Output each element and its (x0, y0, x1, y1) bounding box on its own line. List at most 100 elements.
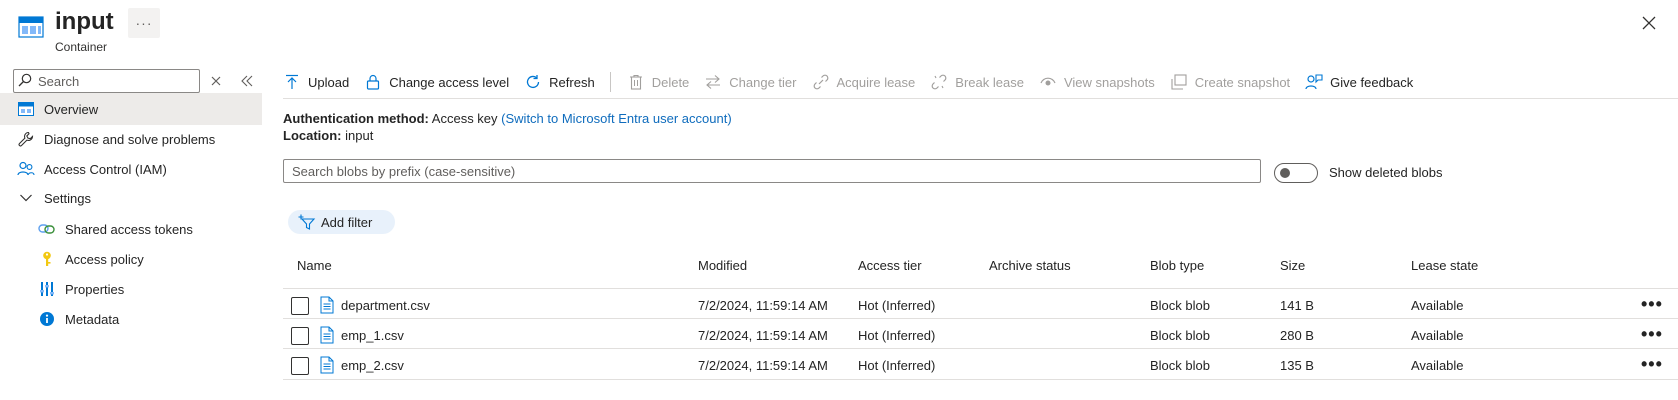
row-more-options-button[interactable]: ••• (1641, 324, 1663, 345)
blob-name-link[interactable]: emp_1.csv (341, 328, 404, 343)
row-checkbox[interactable] (291, 327, 309, 345)
show-deleted-label: Show deleted blobs (1329, 165, 1443, 180)
cell-blob-type: Block blob (1150, 328, 1210, 343)
auth-method-value: Access key (431, 111, 498, 126)
blob-search-input[interactable] (283, 159, 1261, 183)
break-lease-button[interactable]: Break lease (930, 66, 1024, 98)
cell-lease-state: Available (1411, 298, 1464, 313)
cell-modified: 7/2/2024, 11:59:14 AM (698, 298, 828, 313)
column-header-access-tier[interactable]: Access tier (858, 258, 922, 273)
create-snapshot-button[interactable]: Create snapshot (1170, 66, 1290, 98)
break-lease-label: Break lease (955, 74, 1024, 90)
delete-button[interactable]: Delete (627, 66, 690, 98)
change-access-level-label: Change access level (389, 74, 510, 90)
auth-method-label: Authentication method: (283, 111, 429, 126)
blob-name-link[interactable]: emp_2.csv (341, 358, 404, 373)
link-broken-icon (812, 73, 830, 91)
close-icon[interactable] (1638, 12, 1660, 34)
sidebar-search-input[interactable] (38, 73, 198, 89)
table-row[interactable]: department.csv 7/2/2024, 11:59:14 AM Hot… (283, 288, 1678, 320)
sidebar-item-label: Properties (65, 281, 125, 297)
location-label: Location: (283, 128, 342, 143)
column-header-lease-state[interactable]: Lease state (1411, 258, 1478, 273)
row-more-options-button[interactable]: ••• (1641, 354, 1663, 375)
collapse-sidebar-icon[interactable] (240, 74, 254, 88)
table-row[interactable]: emp_1.csv 7/2/2024, 11:59:14 AM Hot (Inf… (283, 318, 1678, 350)
sidebar-item-label: Access policy (65, 251, 144, 267)
upload-button[interactable]: Upload (283, 66, 349, 98)
add-filter-label: Add filter (321, 214, 373, 230)
column-header-name[interactable]: Name (297, 258, 332, 273)
people-icon (16, 159, 36, 179)
cell-access-tier: Hot (Inferred) (858, 298, 936, 313)
sidebar-item-diagnose[interactable]: Diagnose and solve problems (0, 123, 262, 155)
blob-name-link[interactable]: department.csv (341, 298, 430, 313)
sidebar-item-label: Shared access tokens (65, 221, 193, 237)
location-value: input (345, 128, 374, 143)
sidebar-item-access-policy[interactable]: Access policy (0, 243, 262, 275)
info-icon (37, 309, 57, 329)
feedback-icon (1305, 73, 1323, 91)
sidebar-item-iam[interactable]: Access Control (IAM) (0, 153, 262, 185)
table-row[interactable]: emp_2.csv 7/2/2024, 11:59:14 AM Hot (Inf… (283, 348, 1678, 380)
acquire-lease-label: Acquire lease (836, 74, 916, 90)
switch-auth-link[interactable]: (Switch to Microsoft Entra user account) (501, 111, 731, 126)
container-icon (18, 14, 44, 40)
sidebar: Overview Diagnose and solve problems Acc… (0, 66, 262, 400)
copy-icon (1170, 73, 1188, 91)
view-snapshots-button[interactable]: View snapshots (1039, 66, 1155, 98)
cell-modified: 7/2/2024, 11:59:14 AM (698, 358, 828, 373)
sidebar-item-label: Metadata (65, 311, 120, 327)
file-icon (320, 326, 334, 344)
cell-access-tier: Hot (Inferred) (858, 358, 936, 373)
upload-label: Upload (308, 74, 350, 90)
eye-icon (1039, 73, 1057, 91)
sidebar-search[interactable] (13, 69, 200, 93)
toolbar-divider (609, 72, 611, 92)
page-title: input (55, 8, 114, 35)
cell-blob-type: Block blob (1150, 298, 1210, 313)
sidebar-item-label: Access Control (IAM) (44, 161, 167, 177)
cell-size: 135 B (1280, 358, 1314, 373)
refresh-button[interactable]: Refresh (524, 66, 595, 98)
cell-lease-state: Available (1411, 328, 1464, 343)
change-tier-button[interactable]: Change tier (704, 66, 797, 98)
row-more-options-button[interactable]: ••• (1641, 294, 1663, 315)
delete-label: Delete (651, 74, 690, 90)
column-header-modified[interactable]: Modified (698, 258, 747, 273)
filter-add-icon (298, 213, 316, 231)
properties-icon (37, 279, 57, 299)
page-header: input Container ··· (0, 0, 1678, 60)
give-feedback-button[interactable]: Give feedback (1305, 66, 1413, 98)
sidebar-item-settings[interactable]: Settings (0, 182, 262, 214)
cell-blob-type: Block blob (1150, 358, 1210, 373)
sidebar-item-metadata[interactable]: Metadata (0, 303, 262, 335)
more-options-button[interactable]: ··· (128, 8, 160, 38)
sidebar-item-overview[interactable]: Overview (0, 93, 262, 125)
row-checkbox[interactable] (291, 297, 309, 315)
clear-search-icon[interactable] (209, 74, 223, 88)
change-tier-label: Change tier (729, 74, 797, 90)
cell-size: 141 B (1280, 298, 1314, 313)
acquire-lease-button[interactable]: Acquire lease (812, 66, 916, 98)
link-icon (37, 219, 57, 239)
auth-method-row: Authentication method: Access key (Switc… (283, 111, 732, 126)
row-checkbox[interactable] (291, 357, 309, 375)
column-header-archive-status[interactable]: Archive status (989, 258, 1071, 273)
sidebar-item-shared-access-tokens[interactable]: Shared access tokens (0, 213, 262, 245)
view-snapshots-label: View snapshots (1063, 74, 1155, 90)
sidebar-item-properties[interactable]: Properties (0, 273, 262, 305)
page-subtitle: Container (55, 40, 108, 54)
create-snapshot-label: Create snapshot (1194, 74, 1291, 90)
change-access-level-button[interactable]: Change access level (364, 66, 509, 98)
sidebar-item-label: Settings (44, 190, 91, 206)
upload-icon (283, 73, 301, 91)
toggle-knob (1280, 168, 1290, 178)
key-icon (37, 249, 57, 269)
show-deleted-toggle[interactable] (1274, 163, 1318, 183)
add-filter-button[interactable]: Add filter (288, 210, 395, 234)
column-header-blob-type[interactable]: Blob type (1150, 258, 1204, 273)
trash-icon (627, 73, 645, 91)
column-header-size[interactable]: Size (1280, 258, 1305, 273)
search-icon (18, 73, 32, 90)
